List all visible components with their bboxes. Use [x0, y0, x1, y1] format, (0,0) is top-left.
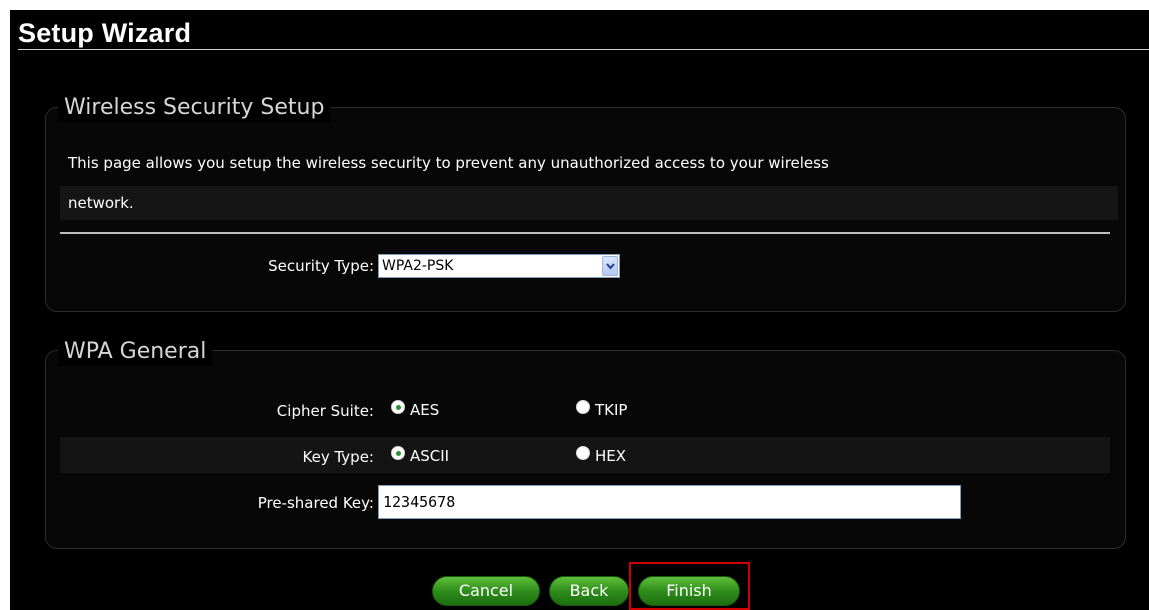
key-hex-radio[interactable]	[576, 446, 590, 460]
wireless-security-legend: Wireless Security Setup	[58, 94, 331, 122]
setup-wizard-page: Setup Wizard Wireless Security Setup Thi…	[10, 10, 1149, 610]
cipher-aes-radio[interactable]	[391, 400, 405, 414]
section-divider	[60, 232, 1110, 234]
back-button[interactable]: Back	[549, 576, 629, 606]
key-ascii-label: ASCII	[410, 447, 450, 465]
chevron-down-icon[interactable]	[602, 256, 618, 276]
radio-selected-dot	[396, 451, 401, 456]
security-type-select[interactable]: WPA2-PSK	[378, 254, 620, 278]
cipher-suite-label: Cipher Suite:	[276, 402, 374, 420]
page-title: Setup Wizard	[18, 18, 192, 48]
psk-input[interactable]: 12345678	[378, 485, 961, 519]
security-type-value: WPA2-PSK	[382, 258, 454, 274]
description-line-1: This page allows you setup the wireless …	[68, 154, 829, 172]
cipher-tkip-label: TKIP	[595, 401, 628, 419]
psk-label: Pre-shared Key:	[257, 494, 374, 512]
radio-selected-dot	[396, 405, 401, 410]
security-type-label: Security Type:	[268, 257, 374, 275]
cipher-aes-label: AES	[410, 401, 440, 419]
wpa-general-legend: WPA General	[58, 338, 213, 366]
cipher-tkip-radio[interactable]	[576, 400, 590, 414]
description-line-2: network.	[60, 186, 1118, 220]
key-ascii-radio[interactable]	[391, 446, 405, 460]
key-hex-label: HEX	[595, 447, 627, 465]
finish-button-highlight	[629, 562, 750, 610]
title-underline	[18, 49, 1149, 50]
key-type-label: Key Type:	[302, 448, 374, 466]
cancel-button[interactable]: Cancel	[432, 576, 540, 606]
